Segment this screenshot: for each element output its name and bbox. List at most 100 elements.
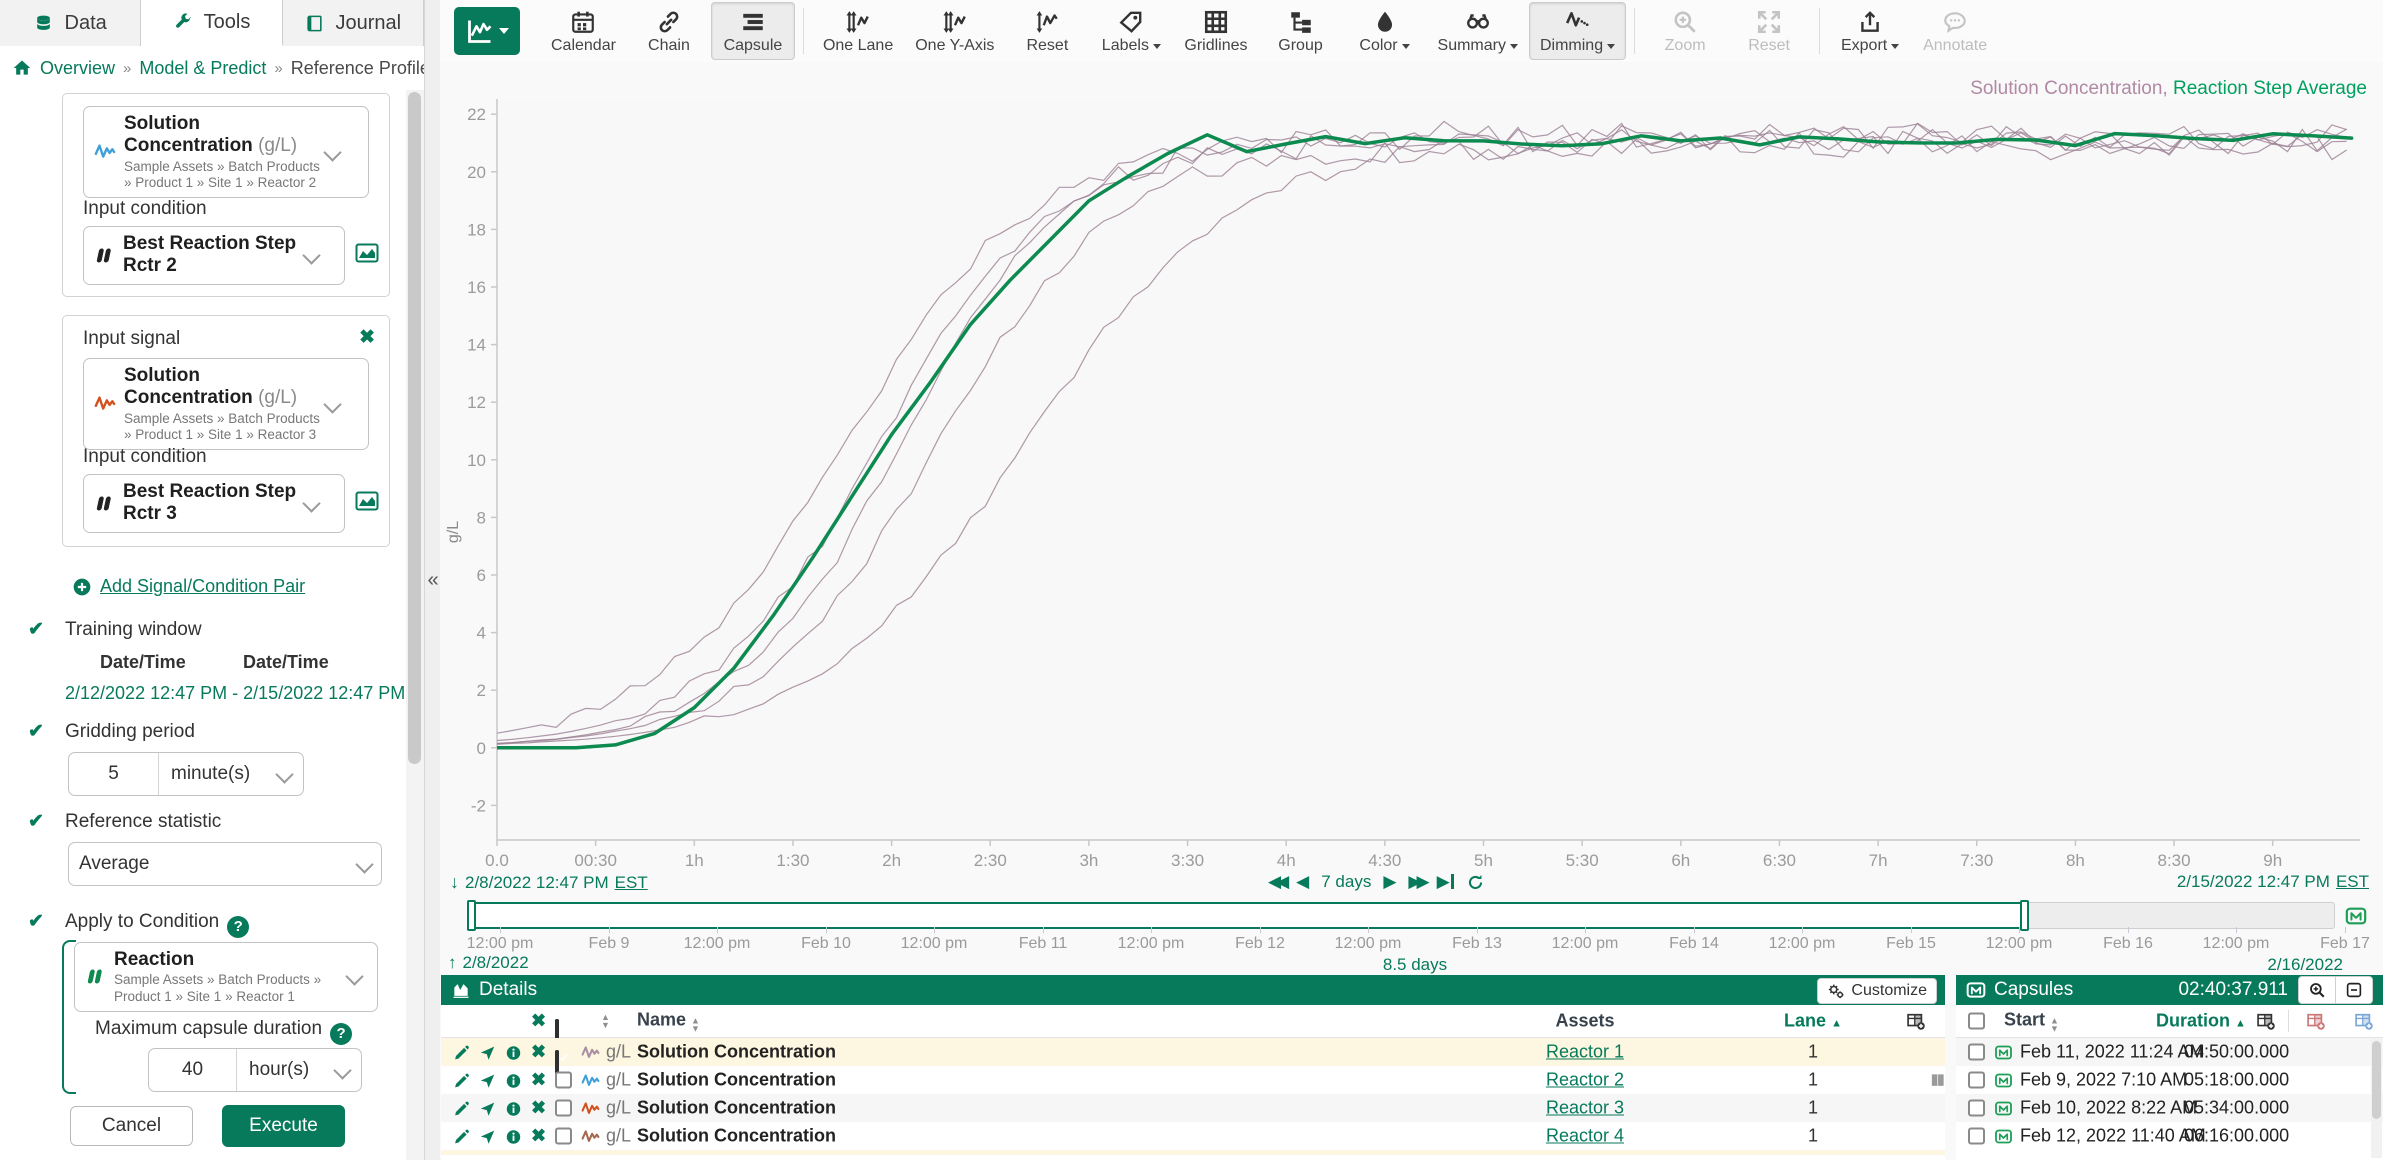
step-forward-icon[interactable]: ▶ [1383,872,1396,892]
max-duration-unit-select[interactable]: hour(s) [237,1049,361,1091]
sidebar-scrollbar[interactable] [406,90,424,1160]
row-asset-link[interactable]: Reactor 4 [1546,1126,1624,1147]
row-checkbox[interactable] [555,1100,572,1117]
capsules-scrollbar[interactable] [2371,1039,2382,1158]
row-name[interactable]: Solution Concentration [637,1070,836,1091]
add-column-button[interactable] [2256,1010,2276,1031]
reference-statistic-select[interactable]: Average [68,842,382,886]
range-start-value[interactable]: 2/8/2022 12:47 PM [465,873,609,893]
sort-icon[interactable]: ▲▼ [601,1013,610,1029]
tab-journal[interactable]: Journal [283,0,424,46]
add-pair-link[interactable]: Add Signal/Condition Pair [100,576,305,597]
toolbar-calendar-button[interactable]: Calendar [540,2,627,60]
info-icon[interactable] [505,1098,522,1119]
name-column-header[interactable]: Name ▲▼ [637,1010,700,1033]
capsule-row[interactable]: Feb 11, 2022 11:24 AM04:50:00.000 [1956,1038,2383,1066]
customize-button[interactable]: Customize [1817,978,1937,1004]
collapse-panel-button[interactable] [2336,976,2373,1004]
remove-icon[interactable]: ✖ [531,1070,546,1091]
refresh-icon[interactable] [1466,873,1485,892]
toolbar-capsule-button[interactable]: Capsule [711,2,795,60]
training-end-value[interactable]: 2/15/2022 12:47 PM [243,683,405,703]
timeline-end-date[interactable]: 2/16/2022 [2267,955,2343,975]
input-signal-select-1[interactable]: Solution Concentration (g/L) Sample Asse… [83,106,369,198]
cancel-button[interactable]: Cancel [70,1106,193,1146]
row-checkbox[interactable] [1968,1128,1985,1145]
capsule-row[interactable]: Feb 12, 2022 11:40 AM06:16:00.000 [1956,1122,2383,1150]
panel-resize-handle[interactable]: ▮▮ [1930,1070,1943,1088]
zoom-to-capsule-button[interactable] [2298,976,2336,1004]
training-start-value[interactable]: 2/12/2022 12:47 PM [65,683,227,703]
row-asset-link[interactable]: Reactor 1 [1546,1042,1624,1063]
edit-icon[interactable] [453,1042,470,1063]
apply-condition-select[interactable]: Reaction Sample Assets » Batch Products … [74,942,378,1012]
capsule-row[interactable]: Feb 9, 2022 7:10 AM05:18:00.000 [1956,1066,2383,1094]
row-checkbox[interactable] [555,1072,572,1089]
remove-icon[interactable]: ✖ [531,1098,546,1119]
chart-plot[interactable]: -20246810121416182022g/L0.000:301h1:302h… [440,62,2383,872]
edit-icon[interactable] [453,1098,470,1119]
send-icon[interactable] [479,1126,496,1147]
remove-icon[interactable]: ✖ [531,1042,546,1063]
details-row[interactable]: ✖g/LSolution ConcentrationReactor 11 [441,1038,1945,1066]
step-forward-large-icon[interactable]: ▶▶ [1408,872,1424,892]
input-signal-select-2[interactable]: Solution Concentration (g/L) Sample Asse… [83,358,369,450]
row-checkbox[interactable] [1968,1044,1985,1061]
condition-preview-icon[interactable] [355,489,379,513]
gridding-period-unit-select[interactable]: minute(s) [159,753,303,795]
row-asset-link[interactable]: Reactor 2 [1546,1070,1624,1091]
toolbar-gridlines-button[interactable]: Gridlines [1173,2,1258,60]
details-row[interactable]: ✖g/LSolution ConcentrationReactor 21 [441,1066,1945,1094]
edit-icon[interactable] [453,1070,470,1091]
step-back-large-icon[interactable]: ◀◀ [1268,872,1284,892]
step-back-icon[interactable]: ◀ [1296,872,1309,892]
timeline-handle-left[interactable] [467,900,476,931]
add-column-button[interactable] [1906,1010,1926,1031]
add-stat-column-button[interactable] [2306,1010,2326,1031]
toolbar-export-button[interactable]: Export [1828,2,1912,60]
legend-solution-concentration[interactable]: Solution Concentration, [1970,78,2173,99]
timeline-start-date[interactable]: 2/8/2022 [463,953,529,973]
start-column-header[interactable]: Start ▲▼ [2004,1010,2059,1033]
range-end-value[interactable]: 2/15/2022 12:47 PM [2177,872,2330,892]
duration-column-header[interactable]: Duration ▲ [2156,1011,2246,1032]
remove-all-icon[interactable]: ✖ [531,1011,546,1032]
execute-button[interactable]: Execute [222,1105,345,1147]
breadcrumb-overview[interactable]: Overview [40,58,115,79]
remove-pair-icon[interactable]: ✖ [359,326,375,349]
range-duration-label[interactable]: 7 days [1321,872,1371,892]
assets-column-header[interactable]: Assets [1555,1011,1614,1032]
send-icon[interactable] [479,1070,496,1091]
timeline-selected-range[interactable] [467,902,2027,929]
details-row[interactable]: ✖g/LSolution ConcentrationReactor 41 [441,1122,1945,1150]
toolbar-one-y-axis-button[interactable]: One Y-Axis [904,2,1005,60]
send-icon[interactable] [479,1098,496,1119]
tab-tools[interactable]: Tools [141,0,282,46]
details-row[interactable]: ✖g/LSolution ConcentrationReactor 31 [441,1094,1945,1122]
send-icon[interactable] [479,1042,496,1063]
trend-view-button[interactable] [454,7,520,55]
legend-reaction-step-average[interactable]: Reaction Step Average [2173,78,2367,99]
breadcrumb-model-predict[interactable]: Model & Predict [139,58,266,79]
capsules-scrollbar-thumb[interactable] [2372,1041,2381,1119]
toolbar-chain-button[interactable]: Chain [627,2,711,60]
row-name[interactable]: Solution Concentration [637,1098,836,1119]
range-end-timezone[interactable]: EST [2336,872,2369,892]
tab-data[interactable]: Data [0,0,141,46]
row-name[interactable]: Solution Concentration [637,1126,836,1147]
input-condition-select-2[interactable]: Best Reaction Step Rctr 3 [83,474,345,533]
row-checkbox[interactable] [555,1128,572,1145]
add-property-column-button[interactable] [2354,1010,2374,1031]
capsule-row[interactable]: Feb 10, 2022 8:22 AM05:34:00.000 [1956,1094,2383,1122]
timeline-handle-right[interactable] [2020,900,2029,931]
toolbar-labels-button[interactable]: Labels [1089,2,1173,60]
toolbar-group-button[interactable]: Group [1259,2,1343,60]
info-icon[interactable] [505,1070,522,1091]
row-asset-link[interactable]: Reactor 3 [1546,1098,1624,1119]
condition-preview-icon[interactable] [355,241,379,265]
row-checkbox[interactable] [1968,1072,1985,1089]
home-icon[interactable] [12,58,32,78]
input-condition-select-1[interactable]: Best Reaction Step Rctr 2 [83,226,345,285]
select-all-checkbox[interactable] [1968,1013,1985,1030]
toolbar-reset-button[interactable]: Reset [1005,2,1089,60]
